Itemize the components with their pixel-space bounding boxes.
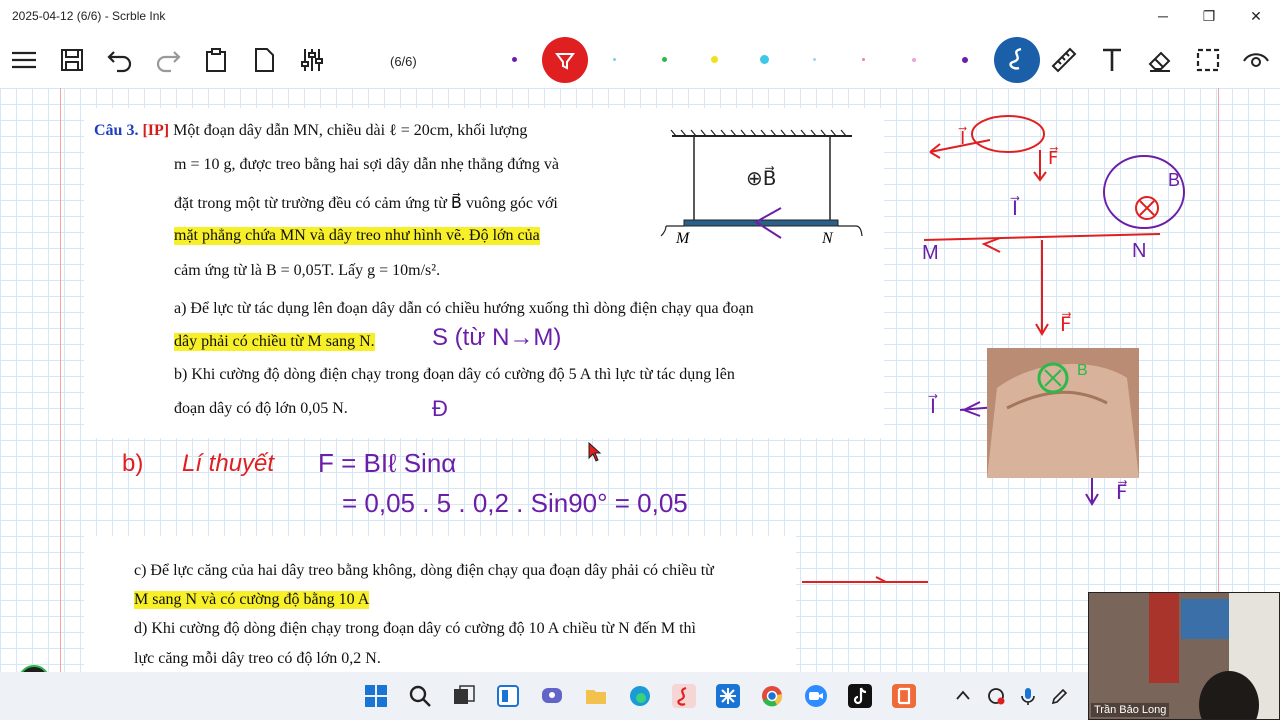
formula-line-1: F = BIℓ Sinα (318, 448, 457, 478)
answer-a-handwriting: S (từ N→M) (432, 324, 562, 351)
sketch-label-n: N (1132, 240, 1147, 262)
undo-icon[interactable] (104, 44, 136, 76)
microphone-icon[interactable] (1018, 686, 1038, 706)
question-line-5: cảm ứng từ là B = 0,05T. Lấy g = 10m/s². (174, 262, 441, 279)
statement-c-line-1: c) Để lực căng của hai dây treo bằng khô… (134, 562, 714, 579)
window-title: 2025-04-12 (6/6) - Scrble Ink (12, 9, 166, 23)
scrble-ink-app-icon[interactable] (672, 684, 696, 708)
highlighter-icon (555, 53, 575, 70)
field-symbol-label: ⊕B⃗ (746, 168, 777, 190)
save-icon[interactable] (56, 44, 88, 76)
question-line-4: mặt phẳng chứa MN và dây treo như hình v… (174, 227, 540, 245)
tray-chevron-up-icon[interactable] (956, 690, 970, 700)
scrble-icon[interactable] (892, 684, 916, 708)
ruler-icon[interactable] (1048, 44, 1080, 76)
eraser-icon[interactable] (1144, 44, 1176, 76)
chrome-icon[interactable] (760, 684, 784, 708)
pen-color-lightblue[interactable] (613, 58, 616, 61)
statement-b-line-2: đoạn dây có độ lớn 0,05 N. (174, 400, 348, 417)
pen-tray-icon[interactable] (1050, 686, 1070, 706)
question-line-3: đặt trong một từ trường đều có cảm ứng t… (174, 195, 558, 212)
clipboard-icon[interactable] (200, 44, 232, 76)
pen-color-cyan[interactable] (760, 55, 769, 64)
red-arrow-sketch (802, 576, 928, 583)
redo-icon[interactable] (152, 44, 184, 76)
formula-line-2: = 0,05 . 5 . 0,2 . Sin90° = 0,05 (342, 488, 688, 518)
highlighter-pen-button[interactable] (542, 37, 588, 83)
sketch-label-f-top: F⃗ (1048, 148, 1059, 168)
view-eye-icon[interactable] (1240, 44, 1272, 76)
sketch-label-f: F⃗ (1060, 314, 1072, 336)
thumb-label-b: B (1077, 362, 1088, 379)
pen-color-violet[interactable] (962, 57, 968, 63)
task-view-icon[interactable] (452, 684, 476, 708)
page-indicator: (6/6) (390, 54, 417, 69)
sketch-label-i-top: I⃗ (960, 128, 966, 148)
new-page-icon[interactable] (248, 44, 280, 76)
question-label: Câu 3. (94, 122, 139, 139)
toolbar: (6/6) (0, 32, 1280, 88)
mouse-cursor-icon (588, 442, 602, 462)
tray-sync-icon[interactable] (986, 686, 1006, 706)
pen-squiggle-icon (1009, 47, 1022, 70)
selection-icon[interactable] (1192, 44, 1224, 76)
answer-b-handwriting: Đ (432, 396, 448, 421)
sketch-label-i-hand: I⃗ (930, 396, 936, 418)
sketch-label-i: I⃗ (1012, 198, 1018, 220)
title-bar: 2025-04-12 (6/6) - Scrble Ink ─ ❐ ✕ (0, 0, 1280, 32)
sketch-label-f-bottom: F⃗ (1116, 482, 1128, 504)
pen-color-light-pink[interactable] (912, 58, 916, 62)
pen-tool-button[interactable] (994, 37, 1040, 83)
file-explorer-icon[interactable] (584, 684, 608, 708)
pen-color-purple[interactable] (512, 57, 517, 62)
question-line-2: m = 10 g, được treo bằng hai sợi dây dẫn… (174, 156, 559, 173)
sketch-label-b: B (1168, 170, 1181, 190)
edge-browser-icon[interactable] (628, 684, 652, 708)
blue-app-icon[interactable] (716, 684, 740, 708)
margin-line-left (60, 88, 61, 682)
windows-start-icon[interactable] (364, 684, 388, 708)
pen-color-pale-blue[interactable] (813, 58, 816, 61)
webcam-overlay: Trần Bảo Long (1088, 592, 1280, 720)
statement-b-line-1: b) Khi cường độ dòng điện chạy trong đoạ… (174, 366, 735, 383)
webcam-feed (1089, 593, 1279, 719)
statement-c-line-2: M sang N và có cường độ bằng 10 A (134, 591, 370, 609)
webcam-participant-name: Trần Bảo Long (1091, 703, 1170, 717)
tiktok-icon[interactable] (848, 684, 872, 708)
part-b-label: b) (122, 450, 144, 477)
figure-label-m: M (676, 230, 690, 247)
close-button[interactable]: ✕ (1245, 6, 1267, 26)
menu-icon[interactable] (8, 44, 40, 76)
statement-a-line-1: a) Để lực từ tác dụng lên đoạn dây dẫn c… (174, 300, 754, 317)
figure-label-n: N (822, 230, 833, 247)
statement-d-line-2: lực căng mỗi dây treo có độ lớn 0,2 N. (134, 650, 381, 667)
chat-icon[interactable] (540, 684, 564, 708)
statement-d-line-1: d) Khi cường độ dòng điện chạy trong đoạ… (134, 620, 696, 637)
sketch-label-m: M (922, 242, 939, 264)
search-icon[interactable] (408, 684, 432, 708)
question-tag: [IP] (142, 122, 170, 139)
zoom-icon[interactable] (804, 684, 828, 708)
restore-button[interactable]: ❐ (1198, 6, 1220, 26)
hand-rule-photo[interactable]: B (987, 348, 1139, 478)
hand-photo-art (987, 348, 1139, 478)
minimize-button[interactable]: ─ (1152, 6, 1174, 26)
theory-label: Lí thuyết (182, 450, 275, 477)
pen-color-green[interactable] (662, 57, 667, 62)
text-icon[interactable] (1096, 44, 1128, 76)
pen-color-pink[interactable] (862, 58, 865, 61)
widgets-icon[interactable] (496, 684, 520, 708)
question-page-continued: c) Để lực căng của hai dây treo bằng khô… (84, 536, 796, 682)
pen-color-yellow[interactable] (711, 56, 718, 63)
question-line-1: Câu 3. [IP] Một đoạn dây dẫn MN, chiều d… (94, 122, 528, 139)
adjust-icon[interactable] (296, 44, 328, 76)
statement-a-line-2: dây phải có chiều từ M sang N. (174, 333, 375, 351)
